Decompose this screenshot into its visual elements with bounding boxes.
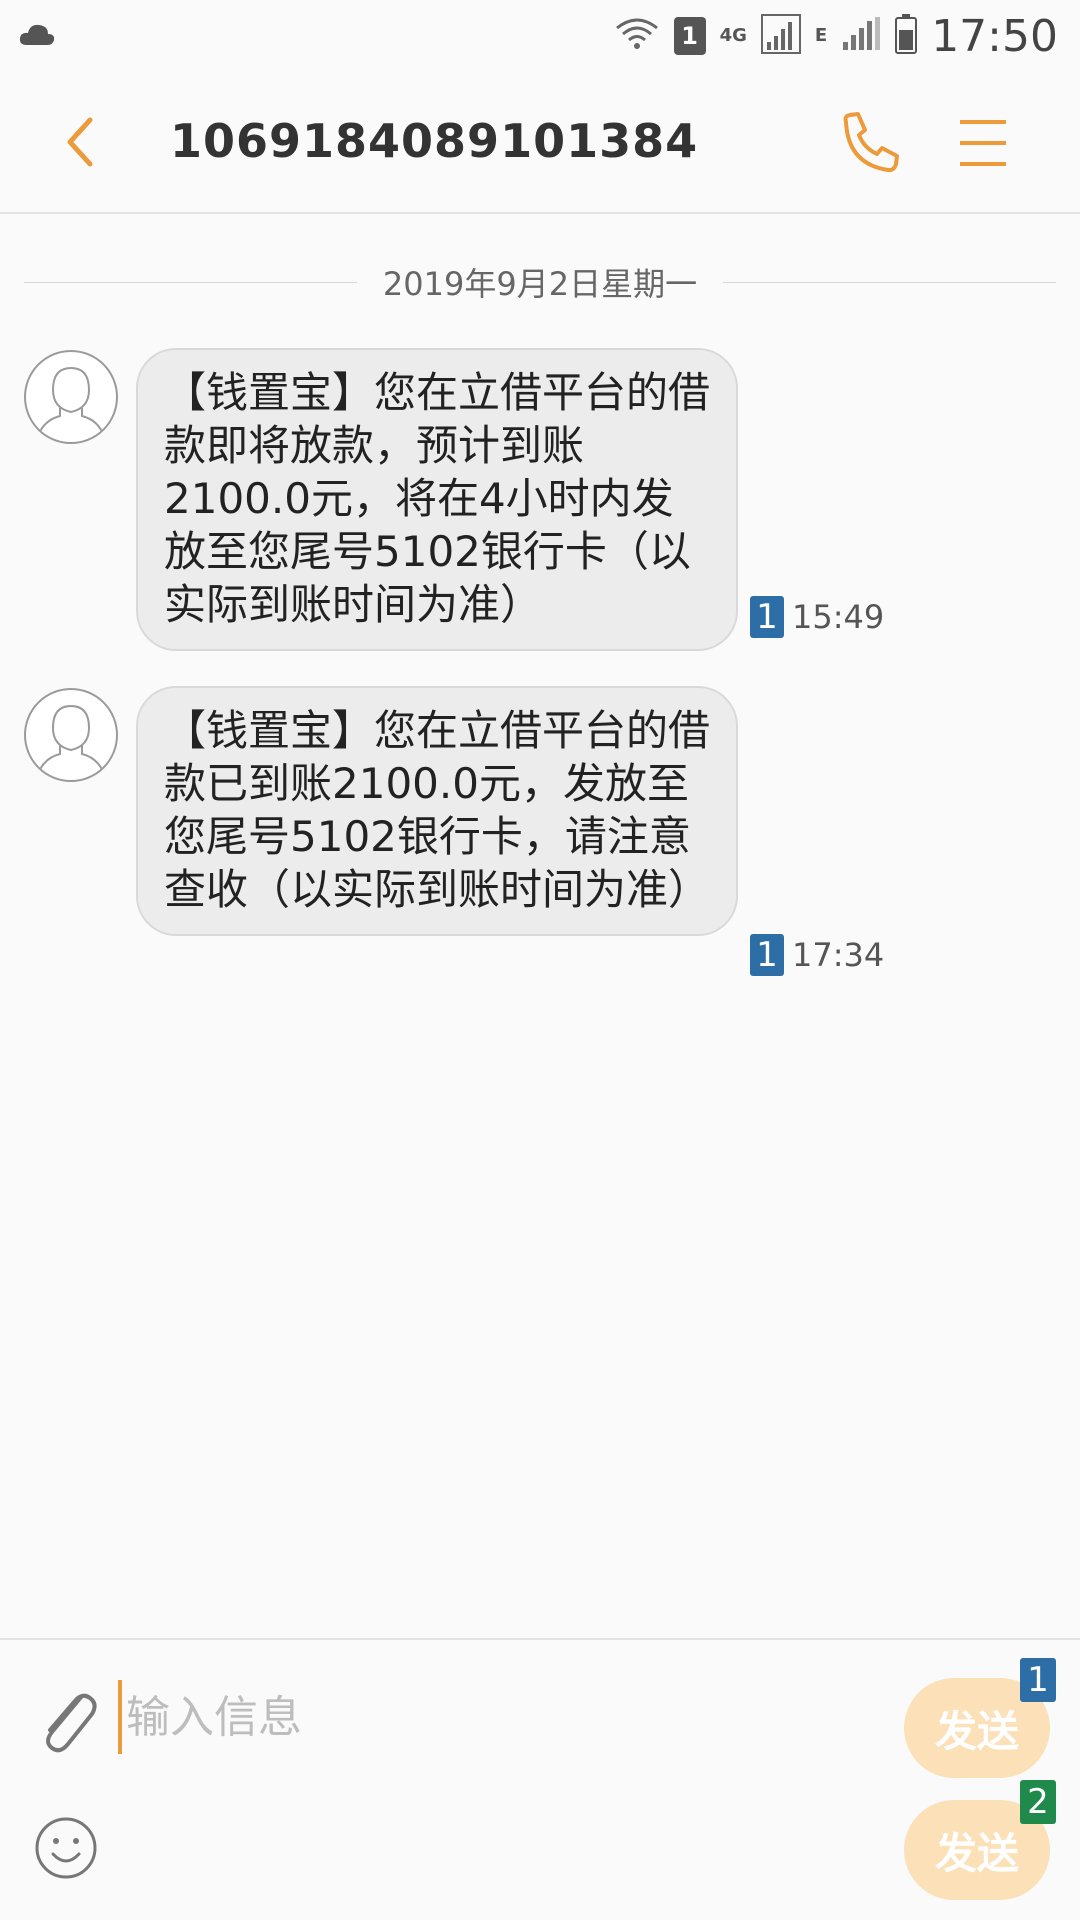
- message-time: 15:49: [792, 598, 885, 636]
- status-icons: 1 4G E 17:50: [614, 11, 1058, 62]
- network-4g-label: 4G: [719, 24, 747, 46]
- sim-2-badge: 2: [1020, 1780, 1056, 1824]
- person-icon: [37, 366, 105, 437]
- hamburger-menu-icon: [960, 120, 1006, 166]
- chevron-left-icon: [67, 117, 93, 167]
- contact-avatar[interactable]: [24, 688, 118, 782]
- smiley-icon: [35, 1817, 97, 1879]
- status-bar: 1 4G E 17:50: [0, 0, 1080, 72]
- message-composer: 发送 1 发送 2: [0, 1638, 1080, 1920]
- signal-strength-icon: [760, 14, 801, 58]
- sim-1-badge: 1: [1020, 1658, 1056, 1702]
- messaging-screen: 1 4G E 17:50 1069184089101384 2019年9月2日星…: [0, 0, 1080, 1920]
- sim-1-indicator: 1: [673, 17, 706, 55]
- person-icon: [37, 704, 105, 775]
- menu-button[interactable]: [958, 116, 1008, 170]
- message-bubble[interactable]: 【钱置宝】您在立借平台的借款即将放款，预计到账2100.0元，将在4小时内发放至…: [136, 348, 738, 651]
- message-input[interactable]: [118, 1680, 878, 1754]
- date-label: 2019年9月2日星期一: [382, 265, 698, 303]
- page-title: 1069184089101384: [170, 114, 699, 168]
- status-time: 17:50: [931, 10, 1058, 62]
- divider-line: [24, 281, 357, 283]
- battery-icon: [895, 14, 918, 58]
- message-time: 17:34: [792, 936, 885, 974]
- back-button[interactable]: [56, 112, 116, 172]
- wifi-icon: [614, 16, 660, 56]
- message-meta: 1 17:34: [750, 934, 884, 976]
- sim-badge: 1: [750, 596, 784, 638]
- message-meta: 1 15:49: [750, 596, 884, 638]
- call-button[interactable]: [838, 112, 900, 174]
- phone-icon: [843, 112, 899, 173]
- contact-avatar[interactable]: [24, 350, 118, 444]
- date-divider: 2019年9月2日星期一: [24, 262, 1057, 303]
- sim-badge: 1: [750, 934, 784, 976]
- signal-strength-icon-2: [841, 16, 881, 56]
- divider-line: [723, 281, 1057, 283]
- message-bubble[interactable]: 【钱置宝】您在立借平台的借款已到账2100.0元，发放至您尾号5102银行卡，请…: [136, 686, 738, 936]
- paperclip-icon: [46, 1693, 97, 1753]
- conversation-header: 1069184089101384: [0, 72, 1080, 214]
- emoji-button[interactable]: [34, 1816, 98, 1880]
- attach-button[interactable]: [34, 1682, 100, 1758]
- cloud-icon: [18, 21, 56, 51]
- network-e-label: E: [814, 24, 828, 46]
